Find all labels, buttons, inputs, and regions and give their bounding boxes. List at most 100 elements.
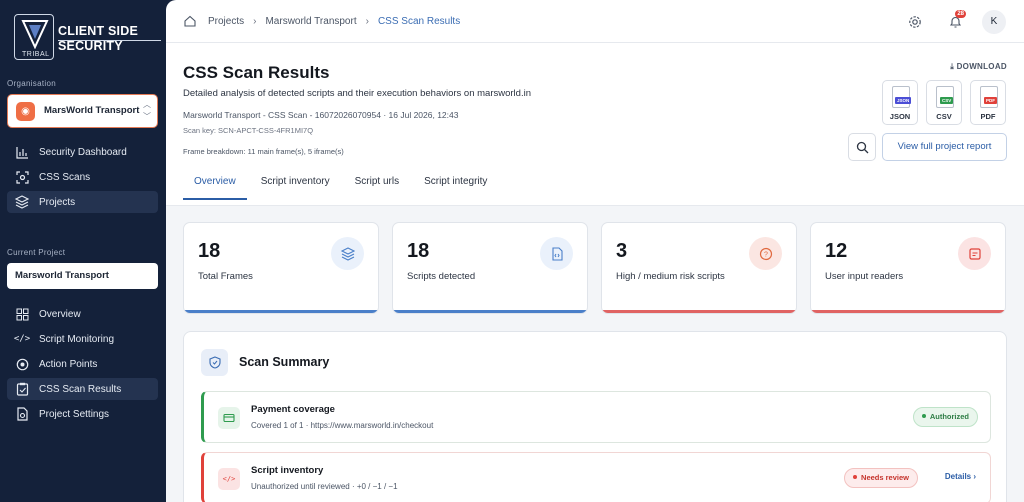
stat-accent-bar [811,310,1005,313]
logo-tribal-text: TRIBAL [22,51,50,58]
stat-label: High / medium risk scripts [616,271,725,282]
breadcrumb: Projects › Marsworld Transport › CSS Sca… [184,15,460,27]
search-icon [856,141,868,153]
gear-icon[interactable] [904,11,926,33]
sidebar-item-label: Overview [39,308,81,320]
question-circle-icon: ? [749,237,782,270]
scan-summary-title: Scan Summary [239,355,330,369]
stat-value: 3 [616,240,628,262]
breadcrumb-project[interactable]: Marsworld Transport [265,16,356,27]
main-content: Projects › Marsworld Transport › CSS Sca… [166,0,1024,502]
logo-line1: CLIENT SIDE [58,24,138,38]
breadcrumb-projects[interactable]: Projects [208,16,244,27]
download-json-button[interactable]: JSON JSON [882,80,918,125]
file-tag: JSON [895,97,912,104]
top-bar: Projects › Marsworld Transport › CSS Sca… [166,0,1024,43]
current-project-label: Current Project [7,248,66,257]
status-badge-authorized: Authorized [912,407,978,427]
stat-accent-bar [602,310,796,313]
tab-script-inventory[interactable]: Script inventory [250,170,341,200]
scan-icon [15,170,29,184]
summary-row-payment-coverage[interactable]: Payment coverage Covered 1 of 1 · https:… [201,391,991,443]
stat-card-total-frames: 18 Total Frames [183,222,379,314]
pdf-file-icon: PDF [980,86,998,108]
json-file-icon: JSON [892,86,912,108]
stat-accent-bar [393,310,587,313]
scan-summary-card: Scan Summary Payment coverage Covered 1 … [183,331,1007,502]
org-logo-icon: ◉ [16,102,35,121]
org-selector[interactable]: ◉ MarsWorld Transport ︿ ﹀ [7,94,158,128]
code-icon: </> [218,468,240,490]
tab-script-integrity[interactable]: Script integrity [413,170,498,200]
row-title: Script inventory [251,465,324,476]
chevron-updown-icon: ︿ ﹀ [143,100,151,121]
breadcrumb-current: CSS Scan Results [377,15,461,27]
sidebar-item-overview[interactable]: Overview [7,303,158,325]
brand-logo[interactable]: TRIBAL CLIENT SIDE SECURITY [14,12,161,62]
tab-script-urls[interactable]: Script urls [344,170,410,200]
sidebar-item-label: Project Settings [39,408,110,420]
sidebar-item-action-points[interactable]: Action Points [7,353,158,375]
form-input-icon [958,237,991,270]
scan-key: Scan key: SCN-APCT-CSS-4FR1MI7Q [183,126,314,135]
search-button[interactable] [848,133,876,161]
file-tag: PDF [984,97,997,104]
target-icon [15,357,29,371]
stat-value: 12 [825,240,848,262]
stat-label: User input readers [825,271,904,282]
stat-accent-bar [184,310,378,313]
download-label: ⤓ DOWNLOAD [950,62,1007,72]
sidebar-item-label: Script Monitoring [39,333,115,345]
sidebar-item-label: Security Dashboard [39,146,127,158]
sidebar-item-security-dashboard[interactable]: Security Dashboard [7,141,158,163]
logo-divider [58,40,161,41]
stat-value: 18 [407,240,430,262]
frame-breakdown: Frame breakdown: 11 main frame(s), 5 ifr… [183,147,344,156]
sidebar-item-projects[interactable]: Projects [7,191,158,213]
row-subtitle: Unauthorized until reviewed · +0 / −1 / … [251,482,398,491]
file-label: JSON [889,112,911,121]
chevron-right-icon: › [365,15,369,27]
details-link[interactable]: Details › [945,472,976,481]
status-badge-needs-review: Needs review [844,468,918,488]
sidebar-item-project-settings[interactable]: Project Settings [7,403,158,425]
sidebar-item-css-scans[interactable]: CSS Scans [7,166,158,188]
settings-doc-icon [15,407,29,421]
shield-check-icon [201,349,228,376]
sidebar: TRIBAL CLIENT SIDE SECURITY Organisation… [0,0,166,502]
sidebar-item-label: CSS Scans [39,171,91,183]
download-pdf-button[interactable]: PDF PDF [970,80,1006,125]
view-report-button[interactable]: View full project report [882,133,1007,161]
home-icon[interactable] [184,15,196,27]
tabs: Overview Script inventory Script urls Sc… [183,170,501,200]
download-text: DOWNLOAD [956,62,1007,71]
org-name: MarsWorld Transport [44,105,140,116]
scan-meta: Marsworld Transport - CSS Scan - 1607202… [183,110,459,120]
file-tag: CSV [940,97,954,104]
tab-overview[interactable]: Overview [183,170,247,200]
sidebar-item-script-monitoring[interactable]: </> Script Monitoring [7,328,158,350]
avatar[interactable]: K [982,10,1006,34]
current-project-selector[interactable]: Marsworld Transport [7,263,158,289]
org-label: Organisation [7,79,56,88]
file-label: PDF [980,112,996,121]
sidebar-item-label: Action Points [39,358,98,370]
sidebar-item-label: CSS Scan Results [39,383,122,395]
layers-icon [15,195,29,209]
notifications-button[interactable]: 28 [944,10,966,33]
sidebar-item-css-scan-results[interactable]: CSS Scan Results [7,378,158,400]
code-icon: </> [13,334,31,344]
notification-count-badge: 28 [955,10,966,18]
stat-card-scripts-detected: 18 Scripts detected [392,222,588,314]
file-label: CSV [936,112,952,121]
top-actions: 28 K [904,10,1006,34]
stat-label: Scripts detected [407,271,476,282]
sidebar-item-label: Projects [39,196,76,208]
stat-label: Total Frames [198,271,253,282]
row-title: Payment coverage [251,404,335,415]
logo-mark: TRIBAL [14,14,54,60]
download-csv-button[interactable]: CSV CSV [926,80,962,125]
file-code-icon [540,237,573,270]
page-subtitle: Detailed analysis of detected scripts an… [183,88,531,99]
summary-row-script-inventory[interactable]: </> Script inventory Unauthorized until … [201,452,991,502]
